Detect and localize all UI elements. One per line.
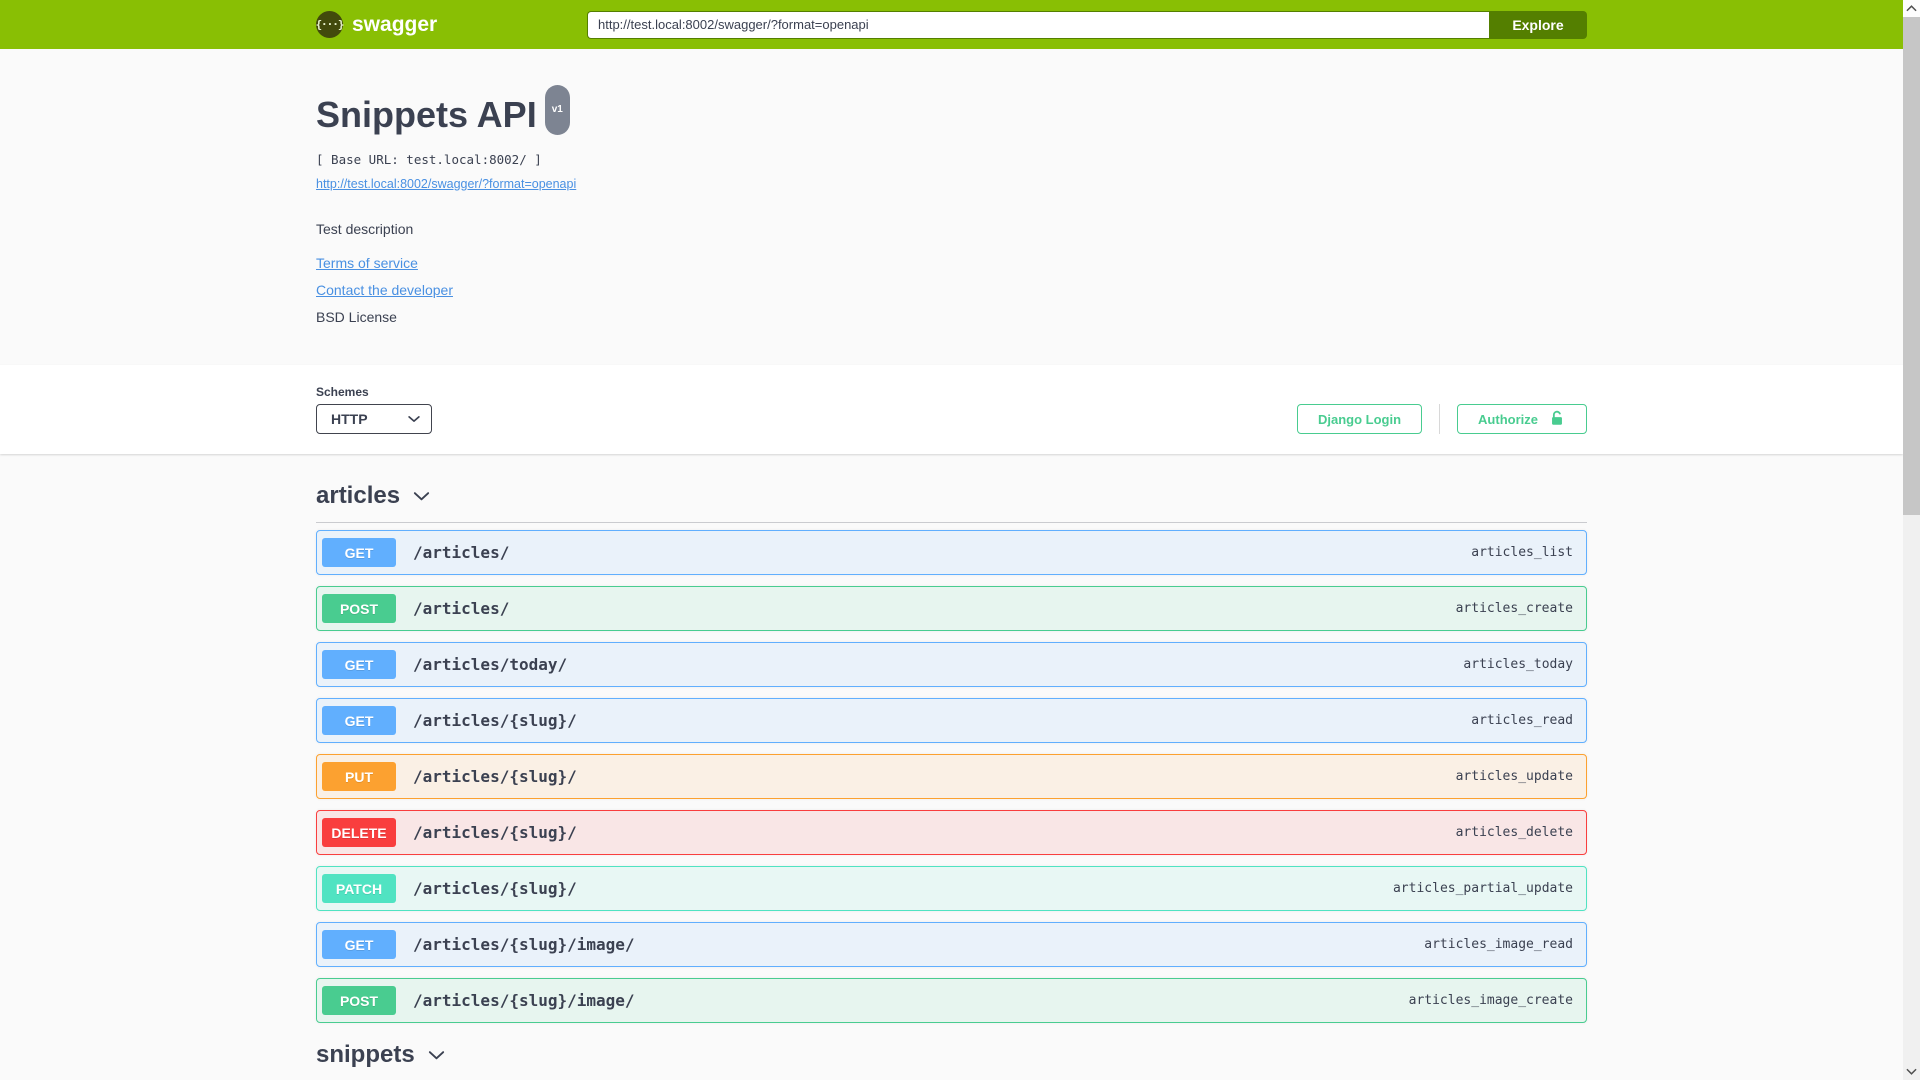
operation-id: articles_delete [1455, 825, 1573, 840]
django-login-button[interactable]: Django Login [1297, 404, 1423, 434]
license-text: BSD License [316, 309, 397, 325]
auth-divider [1439, 404, 1441, 434]
swagger-logo-icon: {···} [315, 11, 345, 38]
operation-path: /articles/ [413, 543, 510, 562]
method-badge: POST [322, 986, 396, 1015]
method-badge: PUT [322, 762, 396, 791]
api-description: Test description [316, 221, 414, 237]
operations-list: articles GET /articles/ articles_list PO… [316, 482, 1587, 1080]
chevron-down-icon [407, 412, 421, 426]
section-title: snippets [316, 1041, 415, 1068]
schemes-group: Schemes HTTP [316, 385, 432, 434]
method-badge: GET [322, 538, 396, 567]
spec-url-input[interactable] [587, 10, 1489, 39]
operation-id: articles_today [1463, 657, 1573, 672]
operation-id: articles_create [1455, 601, 1573, 616]
chevron-down-icon [427, 1046, 446, 1065]
download-url-wrapper: Explore [587, 10, 1587, 39]
terms-of-service-link[interactable]: Terms of service [316, 255, 418, 271]
contact-developer-link[interactable]: Contact the developer [316, 282, 453, 298]
operation-id: articles_image_read [1424, 937, 1573, 952]
operation-path: /articles/ [413, 599, 510, 618]
operation-path: /articles/{slug}/image/ [413, 935, 635, 954]
spec-link[interactable]: http://test.local:8002/swagger/?format=o… [316, 177, 576, 191]
authorize-label: Authorize [1478, 411, 1538, 427]
operation-id: articles_list [1471, 545, 1573, 560]
operation-row[interactable]: POST /articles/ articles_create [316, 586, 1587, 631]
authorize-button[interactable]: Authorize [1457, 404, 1587, 434]
schemes-label: Schemes [316, 385, 369, 399]
method-badge: GET [322, 930, 396, 959]
section-divider [316, 522, 1587, 523]
operation-path: /articles/{slug}/ [413, 879, 577, 898]
scheme-container: Schemes HTTP Django Login Authorize [0, 365, 1903, 454]
operation-row[interactable]: GET /articles/{slug}/ articles_read [316, 698, 1587, 743]
method-badge: DELETE [322, 818, 396, 847]
operation-row[interactable]: GET /articles/ articles_list [316, 530, 1587, 575]
operation-row[interactable]: PATCH /articles/{slug}/ articles_partial… [316, 866, 1587, 911]
page-title: Snippets API v1 [316, 85, 1587, 144]
section-header-articles[interactable]: articles [316, 482, 431, 510]
operation-path: /articles/{slug}/ [413, 823, 577, 842]
swagger-logo[interactable]: {···} swagger [315, 11, 438, 38]
method-badge: GET [322, 706, 396, 735]
scheme-selected-value: HTTP [331, 411, 368, 427]
operation-path: /articles/{slug}/ [413, 767, 577, 786]
operation-id: articles_update [1455, 769, 1573, 784]
operation-row[interactable]: GET /articles/today/ articles_today [316, 642, 1587, 687]
base-url-text: [ Base URL: test.local:8002/ ] [316, 152, 542, 167]
auth-wrapper: Django Login Authorize [1297, 404, 1587, 434]
unlocked-padlock-icon [1548, 409, 1566, 430]
operation-id: articles_image_create [1408, 993, 1573, 1008]
method-badge: POST [322, 594, 396, 623]
scheme-select[interactable]: HTTP [316, 404, 432, 434]
django-login-label: Django Login [1318, 411, 1402, 427]
method-badge: PATCH [322, 874, 396, 903]
operation-path: /articles/{slug}/image/ [413, 991, 635, 1010]
section-header-snippets[interactable]: snippets [316, 1041, 446, 1069]
version-badge: v1 [544, 85, 570, 135]
explore-button[interactable]: Explore [1489, 10, 1587, 39]
api-title: Snippets API [316, 94, 537, 135]
swagger-logo-text: swagger [352, 12, 438, 36]
operation-path: /articles/today/ [413, 655, 568, 674]
operation-row[interactable]: DELETE /articles/{slug}/ articles_delete [316, 810, 1587, 855]
operation-row[interactable]: PUT /articles/{slug}/ articles_update [316, 754, 1587, 799]
operation-row[interactable]: POST /articles/{slug}/image/ articles_im… [316, 978, 1587, 1023]
operation-path: /articles/{slug}/ [413, 711, 577, 730]
operation-id: articles_partial_update [1392, 881, 1573, 896]
swagger-ui-page: {···} swagger Explore Snippets APIv1 [ B… [0, 0, 1920, 1080]
operation-id: articles_read [1471, 713, 1573, 728]
topbar: {···} swagger Explore [0, 0, 1903, 49]
api-info-section: Snippets API v1 [ Base URL: test.local:80… [316, 49, 1587, 365]
chevron-down-icon [412, 487, 431, 506]
operation-row[interactable]: GET /articles/{slug}/image/ articles_ima… [316, 922, 1587, 967]
method-badge: GET [322, 650, 396, 679]
section-title: articles [316, 482, 401, 509]
